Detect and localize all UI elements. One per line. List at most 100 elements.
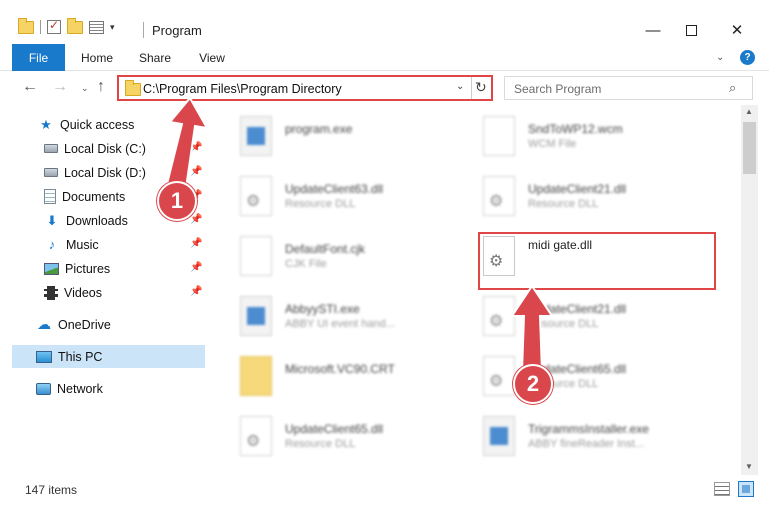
file-type: CJK File [285, 258, 327, 270]
large-icons-view-icon[interactable] [738, 481, 754, 497]
back-button[interactable]: ← [22, 78, 38, 96]
step-badge-1: 1 [157, 181, 197, 221]
sidebar-item-videos[interactable]: Videos 📌 [44, 281, 205, 304]
sidebar-item-label: Pictures [65, 261, 111, 276]
dll-icon [483, 176, 515, 216]
music-icon: ♪ [48, 237, 56, 252]
file-item[interactable]: UpdateClient65.dll Resource DLL [463, 350, 698, 400]
file-item[interactable]: UpdateClient65.dll Resource DLL [220, 410, 455, 460]
tab-file[interactable]: File [12, 44, 65, 71]
tab-share[interactable]: Share [138, 44, 172, 71]
pin-icon[interactable]: 📌 [190, 262, 202, 273]
close-button[interactable]: ✕ [714, 16, 760, 44]
recent-locations-icon[interactable]: ⌄ [81, 83, 89, 94]
new-folder-icon[interactable] [67, 17, 83, 34]
onedrive-icon: ☁ [37, 316, 51, 332]
file-item[interactable]: Microsoft.VC90.CRT [220, 350, 455, 400]
qat-dropdown-icon[interactable]: ▾ [110, 22, 115, 33]
network-icon [36, 382, 51, 395]
sidebar-item-this-pc[interactable]: This PC [12, 345, 205, 368]
up-button[interactable]: ↑ [97, 78, 105, 96]
quick-access-toolbar: ▾ [18, 17, 115, 34]
file-item[interactable]: UpdateClient21.dll Resource DLL [463, 170, 698, 220]
sidebar-item-local-disk-c[interactable]: Local Disk (C:) 📌 [44, 137, 205, 160]
help-icon[interactable]: ? [740, 50, 755, 65]
sidebar-item-label: This PC [58, 349, 103, 364]
file-type: ABBY fineReader Inst... [528, 438, 644, 450]
file-name: UpdateClient21.dll [528, 302, 627, 316]
file-name: program.exe [285, 122, 353, 136]
file-name: Microsoft.VC90.CRT [285, 362, 395, 376]
sidebar-item-quick-access[interactable]: ★ Quick access [38, 113, 205, 136]
file-list: program.exe SndToWP12.wcm WCM File Updat… [215, 105, 741, 475]
file-type: ABBY UI event hand... [285, 318, 395, 330]
file-highlight-box [478, 232, 716, 290]
sidebar-item-pictures[interactable]: Pictures 📌 [44, 257, 205, 280]
dll-icon [483, 356, 515, 396]
pin-icon[interactable]: 📌 [190, 238, 202, 249]
file-name: UpdateClient63.dll [285, 182, 384, 196]
search-input[interactable]: Search Program ⌕ [504, 76, 753, 100]
pin-icon[interactable]: 📌 [190, 166, 202, 177]
file-name: SndToWP12.wcm [528, 122, 623, 136]
properties-check-icon[interactable] [47, 18, 61, 34]
pin-icon[interactable]: 📌 [190, 142, 202, 153]
step-badge-2: 2 [513, 364, 553, 404]
sidebar-item-network[interactable]: Network [36, 377, 205, 400]
file-item[interactable]: UpdateClient63.dll Resource DLL [220, 170, 455, 220]
forward-button[interactable]: → [52, 78, 68, 96]
dll-icon [240, 176, 272, 216]
file-type: Resource DLL [528, 198, 599, 210]
file-item[interactable]: DefaultFont.cjk CJK File [220, 230, 455, 280]
tab-home[interactable]: Home [80, 44, 114, 71]
folder-icon [240, 356, 272, 396]
dll-icon [240, 416, 272, 456]
sidebar-item-music[interactable]: ♪ Music 📌 [44, 233, 205, 256]
pin-icon[interactable]: 📌 [190, 286, 202, 297]
sidebar-item-label: Documents [62, 189, 126, 204]
title-bar: ▾ Program — ✕ [0, 0, 769, 44]
file-item[interactable]: AbbyySTI.exe ABBY UI event hand... [220, 290, 455, 340]
file-item[interactable]: UpdateClient21.dll Resource DLL [463, 290, 698, 340]
address-path[interactable]: C:\Program Files\Program Directory [143, 82, 342, 96]
file-item[interactable]: program.exe [220, 110, 455, 160]
search-icon[interactable]: ⌕ [729, 80, 736, 96]
window-title: Program [152, 23, 202, 38]
file-name: AbbyySTI.exe [285, 302, 360, 316]
maximize-button[interactable] [668, 16, 714, 44]
navigation-pane: ★ Quick access Local Disk (C:) 📌 Local D… [0, 105, 215, 475]
file-type: Resource DLL [285, 198, 356, 210]
address-dropdown-icon[interactable]: ⌄ [456, 81, 464, 92]
sidebar-item-onedrive[interactable]: ☁ OneDrive [36, 313, 205, 336]
scroll-thumb[interactable] [743, 122, 756, 174]
file-item[interactable]: SndToWP12.wcm WCM File [463, 110, 698, 160]
file-type: WCM File [528, 138, 577, 150]
file-name: DefaultFont.cjk [285, 242, 366, 256]
sidebar-item-label: Videos [64, 285, 102, 300]
sidebar-item-label: Music [66, 237, 99, 252]
sidebar-item-label: Downloads [66, 213, 128, 228]
pin-icon[interactable]: 📌 [190, 214, 202, 225]
details-view-icon[interactable] [714, 482, 730, 496]
close-icon: ✕ [730, 22, 744, 39]
file-name: TrigrammsInstaller.exe [528, 422, 649, 436]
customize-icon[interactable] [89, 20, 104, 34]
exe-icon [483, 416, 515, 456]
file-type: Resource DLL [528, 318, 599, 330]
status-bar: 147 items [0, 475, 769, 508]
folder-icon [125, 80, 141, 96]
navigation-bar: ← → ⌄ ↑ C:\Program Files\Program Directo… [0, 71, 769, 105]
documents-icon [44, 189, 56, 204]
ribbon-expand-icon[interactable]: ⌄ [716, 52, 724, 63]
vertical-scrollbar[interactable]: ▲ ▼ [741, 105, 758, 475]
dll-icon [483, 296, 515, 336]
this-pc-icon [36, 350, 52, 363]
file-item[interactable]: TrigrammsInstaller.exe ABBY fineReader I… [463, 410, 698, 460]
divider [40, 20, 41, 34]
sidebar-item-label: Quick access [60, 117, 135, 132]
scroll-down-icon[interactable]: ▼ [745, 462, 753, 471]
address-bar[interactable]: C:\Program Files\Program Directory ⌄ ↻ [117, 75, 493, 101]
scroll-up-icon[interactable]: ▲ [745, 107, 753, 116]
refresh-icon[interactable]: ↻ [475, 79, 487, 96]
tab-view[interactable]: View [196, 44, 228, 71]
